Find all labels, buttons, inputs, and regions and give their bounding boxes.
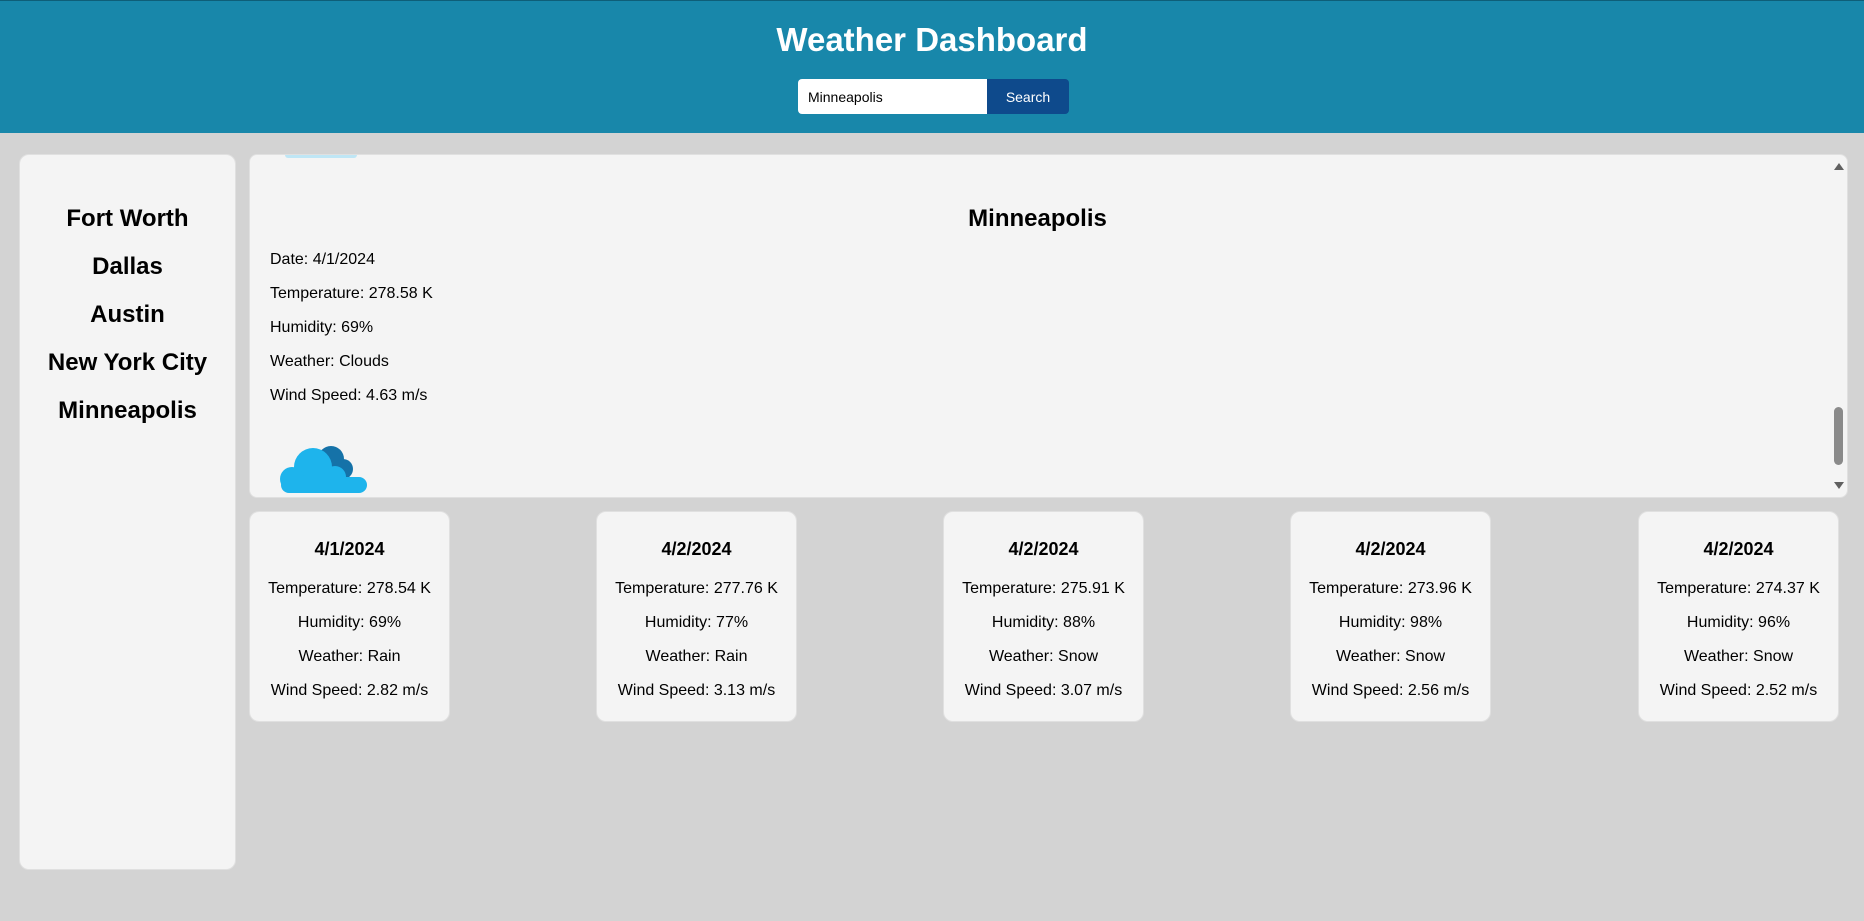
forecast-card: 4/2/2024 Temperature: 275.91 K Humidity:… [943, 511, 1144, 722]
forecast-card: 4/2/2024 Temperature: 274.37 K Humidity:… [1638, 511, 1839, 722]
forecast-date: 4/2/2024 [1355, 539, 1426, 559]
current-city-name: Minneapolis [968, 205, 1107, 232]
sidebar-city-dallas[interactable]: Dallas [20, 243, 235, 291]
forecast-wind-speed: Wind Speed: 3.07 m/s [964, 682, 1123, 699]
clouds-icon [280, 446, 367, 493]
forecast-temperature: Temperature: 275.91 K [962, 580, 1125, 597]
forecast-temperature: Temperature: 278.54 K [268, 580, 431, 597]
forecast-date: 4/2/2024 [1703, 539, 1774, 559]
forecast-date: 4/2/2024 [1008, 539, 1079, 559]
current-weather-panel: Minneapolis Date: 4/1/2024 Temperature: … [249, 154, 1848, 498]
forecast-weather: Weather: Snow [1335, 648, 1446, 665]
scroll-up-arrow-icon[interactable] [1834, 163, 1844, 170]
forecast-wind-speed: Wind Speed: 2.56 m/s [1311, 682, 1470, 699]
current-humidity: Humidity: 69% [270, 319, 374, 336]
forecast-humidity: Humidity: 96% [1686, 614, 1791, 631]
current-weather-condition: Weather: Clouds [270, 353, 389, 370]
forecast-card: 4/2/2024 Temperature: 273.96 K Humidity:… [1290, 511, 1491, 722]
city-search-input[interactable] [798, 79, 987, 114]
forecast-humidity: Humidity: 98% [1338, 614, 1443, 631]
app-title: Weather Dashboard [776, 21, 1088, 58]
forecast-card: 4/2/2024 Temperature: 277.76 K Humidity:… [596, 511, 797, 722]
forecast-temperature: Temperature: 274.37 K [1657, 580, 1820, 597]
panel-scrollbar[interactable] [1830, 155, 1847, 497]
forecast-wind-speed: Wind Speed: 2.52 m/s [1659, 682, 1818, 699]
sidebar-city-fort-worth[interactable]: Fort Worth [20, 195, 235, 243]
scroll-down-arrow-icon[interactable] [1834, 482, 1844, 489]
sidebar-city-new-york-city[interactable]: New York City [20, 339, 235, 387]
current-wind-speed: Wind Speed: 4.63 m/s [270, 387, 428, 404]
forecast-weather: Weather: Snow [1683, 648, 1794, 665]
app-header: Weather Dashboard Search [0, 0, 1864, 133]
forecast-wind-speed: Wind Speed: 3.13 m/s [617, 682, 776, 699]
forecast-date: 4/1/2024 [314, 539, 385, 559]
sidebar-city-austin[interactable]: Austin [20, 291, 235, 339]
forecast-date: 4/2/2024 [661, 539, 732, 559]
forecast-humidity: Humidity: 88% [991, 614, 1096, 631]
forecast-temperature: Temperature: 273.96 K [1309, 580, 1472, 597]
sidebar-city-minneapolis[interactable]: Minneapolis [20, 387, 235, 435]
search-form: Search [798, 79, 1069, 114]
forecast-weather: Weather: Rain [298, 648, 401, 665]
search-button[interactable]: Search [987, 79, 1069, 114]
forecast-weather: Weather: Rain [645, 648, 748, 665]
forecast-wind-speed: Wind Speed: 2.82 m/s [270, 682, 429, 699]
current-temperature: Temperature: 278.58 K [270, 285, 433, 302]
forecast-card: 4/1/2024 Temperature: 278.54 K Humidity:… [249, 511, 450, 722]
scrolled-icon-edge [285, 155, 357, 158]
forecast-temperature: Temperature: 277.76 K [615, 580, 778, 597]
forecast-weather: Weather: Snow [988, 648, 1099, 665]
current-date: Date: 4/1/2024 [270, 251, 375, 268]
forecast-humidity: Humidity: 69% [297, 614, 402, 631]
saved-cities-sidebar: Fort Worth Dallas Austin New York City M… [19, 154, 236, 870]
forecast-humidity: Humidity: 77% [644, 614, 749, 631]
scrollbar-thumb[interactable] [1834, 407, 1843, 465]
